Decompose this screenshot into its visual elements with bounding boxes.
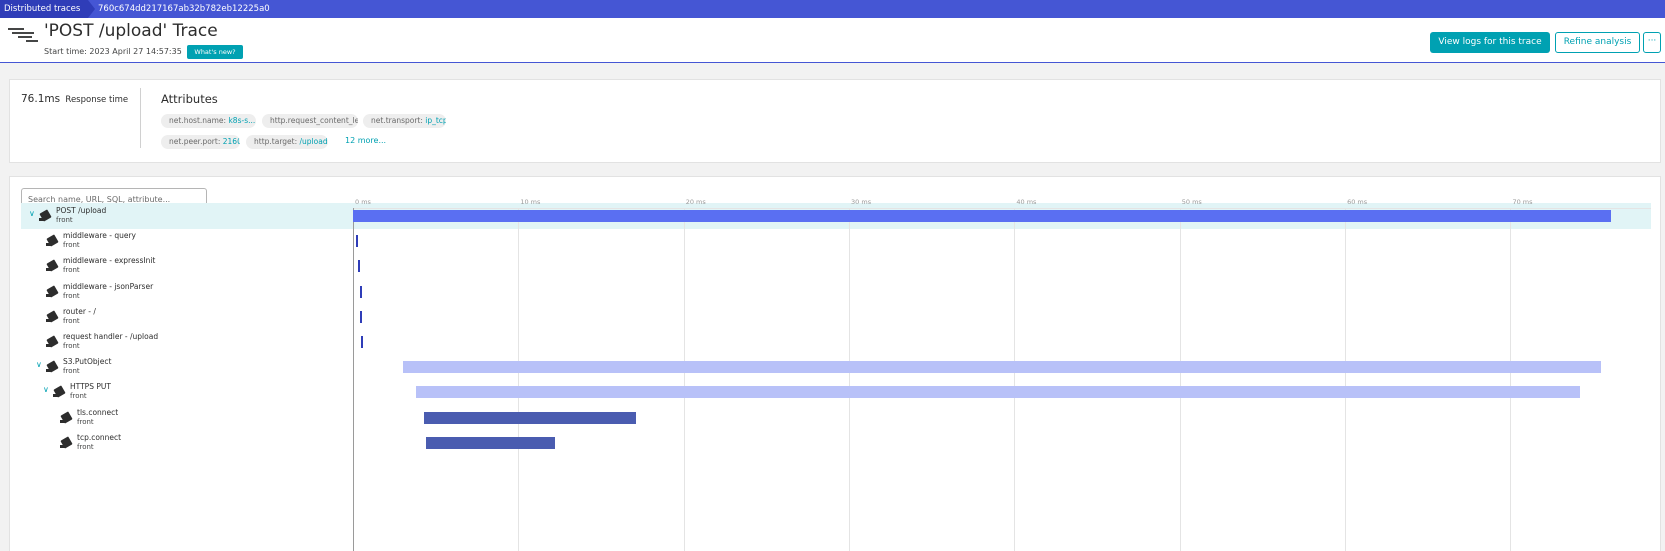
attribute-chip[interactable]: net.peer.port: 2160 — [161, 135, 240, 149]
timeline-gridline — [1179, 208, 1181, 551]
nodejs-service-icon — [46, 234, 60, 248]
timeline-tick-label: 0 ms — [355, 198, 371, 206]
span-name: router - / — [63, 306, 96, 316]
span-duration-bar[interactable] — [359, 285, 362, 298]
attribute-value: /upload — [299, 137, 328, 146]
attribute-key: http.target: — [254, 137, 298, 146]
nodejs-service-icon — [46, 310, 60, 324]
nodejs-service-icon — [46, 360, 60, 374]
trace-summary-card: 76.1ms Response time Attributes net.host… — [9, 79, 1661, 163]
span-duration-bar[interactable] — [415, 386, 1580, 399]
chevron-down-icon[interactable]: ∨ — [36, 360, 42, 369]
view-logs-button[interactable]: View logs for this trace — [1430, 32, 1550, 53]
span-duration-bar[interactable] — [353, 210, 1612, 222]
span-duration-bar[interactable] — [402, 361, 1602, 374]
chevron-down-icon[interactable]: ∨ — [29, 209, 35, 218]
response-time: 76.1ms Response time — [21, 93, 128, 105]
attribute-key: net.transport: — [371, 116, 423, 125]
attributes-title: Attributes — [161, 92, 218, 106]
attribute-chip[interactable]: net.transport: ip_tcp — [363, 114, 446, 128]
whats-new-button[interactable]: What's new? — [187, 45, 243, 59]
breadcrumb-trace-id: 760c674dd217167ab32b782eb12225a0 — [98, 4, 270, 14]
span-duration-bar[interactable] — [360, 310, 363, 323]
breadcrumb-distributed-traces[interactable]: Distributed traces — [0, 0, 96, 18]
span-name: S3.PutObject — [63, 357, 112, 367]
more-attributes-link[interactable]: 12 more... — [345, 136, 386, 145]
span-name: POST /upload — [56, 206, 107, 215]
span-name: middleware - expressInit — [63, 256, 156, 266]
timeline-axis — [353, 208, 1651, 209]
chevron-down-icon[interactable]: ∨ — [43, 385, 49, 394]
nodejs-service-icon — [46, 335, 60, 349]
distributed-trace-icon — [8, 28, 38, 42]
response-time-label: Response time — [65, 95, 129, 105]
timeline-tick-label: 70 ms — [1512, 198, 1533, 206]
span-name: request handler - /upload — [63, 332, 159, 341]
more-options-button[interactable]: ··· — [1643, 32, 1661, 53]
span-service: front — [70, 392, 87, 401]
timeline-tick-label: 40 ms — [1016, 198, 1037, 206]
nodejs-service-icon — [39, 209, 53, 223]
attribute-key: net.peer.port: — [169, 137, 221, 146]
timeline-gridline — [849, 208, 851, 551]
timeline-gridline — [1345, 208, 1347, 551]
attribute-key: net.host.name: — [169, 116, 227, 125]
span-service: front — [63, 316, 80, 325]
attribute-chip[interactable]: http.target: /upload — [246, 135, 328, 149]
refine-analysis-button[interactable]: Refine analysis — [1555, 32, 1640, 53]
span-service: front — [56, 216, 73, 224]
span-service: front — [63, 266, 80, 275]
span-name: tcp.connect — [77, 432, 122, 442]
span-service: front — [63, 291, 80, 300]
breadcrumb: Distributed traces 760c674dd217167ab32b7… — [0, 0, 1665, 18]
span-name: middleware - jsonParser — [63, 281, 154, 291]
nodejs-service-icon — [46, 285, 60, 299]
timeline-gridline — [353, 208, 354, 551]
nodejs-service-icon — [60, 411, 74, 425]
timeline-tick-label: 30 ms — [851, 198, 872, 206]
span-duration-bar[interactable] — [425, 436, 555, 449]
nodejs-service-icon — [53, 385, 67, 399]
attribute-value: 2160 — [222, 137, 240, 146]
span-name: HTTPS PUT — [70, 382, 111, 392]
span-service: front — [63, 367, 80, 376]
attribute-chip[interactable]: net.host.name: k8s-s... — [161, 114, 256, 128]
span-duration-bar[interactable] — [357, 260, 360, 273]
attribute-key: http.request_content_le — [270, 116, 358, 125]
timeline-tick-label: 60 ms — [1347, 198, 1368, 206]
page-header: 'POST /upload' Trace Start time: 2023 Ap… — [0, 18, 1665, 63]
page-title: 'POST /upload' Trace — [44, 21, 218, 41]
span-duration-bar[interactable] — [424, 411, 636, 424]
waterfall-card: ∨POST /uploadfrontmiddleware - queryfron… — [9, 176, 1661, 551]
timeline-tick-label: 50 ms — [1181, 198, 1202, 206]
start-time: Start time: 2023 April 27 14:57:35 — [44, 47, 182, 56]
span-name: middleware - query — [63, 231, 136, 241]
attribute-chip[interactable]: http.request_content_le — [262, 114, 358, 128]
span-service: front — [77, 417, 94, 426]
span-name: tls.connect — [77, 407, 119, 417]
timeline-gridline — [518, 208, 520, 551]
divider — [140, 88, 141, 148]
timeline: 0 ms 10 ms 20 ms 30 ms 40 ms 50 ms 60 ms 70 ms — [353, 188, 1651, 551]
timeline-gridline — [1014, 208, 1016, 551]
timeline-gridline — [1510, 208, 1512, 551]
span-duration-bar[interactable] — [356, 235, 359, 248]
attribute-value: ip_tcp — [425, 116, 446, 125]
timeline-tick-label: 10 ms — [520, 198, 541, 206]
timeline-tick-label: 20 ms — [685, 198, 706, 206]
span-service: front — [63, 241, 80, 250]
nodejs-service-icon — [60, 436, 74, 450]
span-service: front — [63, 342, 80, 350]
timeline-gridline — [683, 208, 685, 551]
attribute-value: k8s-s... — [228, 116, 256, 125]
span-service: front — [77, 442, 94, 451]
response-time-value: 76.1ms — [21, 93, 61, 105]
nodejs-service-icon — [46, 259, 60, 273]
span-duration-bar[interactable] — [361, 336, 364, 348]
